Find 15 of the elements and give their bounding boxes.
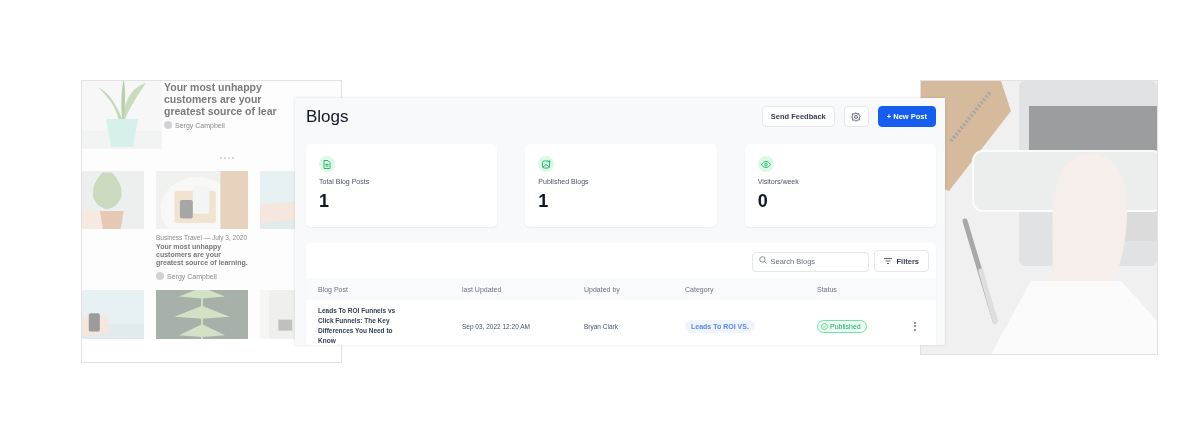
search-icon	[759, 256, 768, 264]
stat-value: 0	[757, 191, 769, 212]
settings-button[interactable]	[843, 106, 869, 127]
article-headline: Your most unhappy customers are your greatest source of lear	[164, 81, 278, 118]
settings-icon	[851, 111, 862, 122]
stat-value: 1	[538, 191, 550, 212]
eye-icon	[760, 160, 771, 168]
author-avatar	[164, 121, 172, 130]
document-icon	[323, 159, 331, 169]
author-avatar	[156, 272, 164, 281]
page-title: Blogs	[306, 106, 349, 127]
check-circle-icon	[821, 322, 828, 330]
stat-value: 1	[319, 191, 330, 212]
filter-icon	[884, 258, 893, 264]
image-icon	[541, 159, 551, 169]
